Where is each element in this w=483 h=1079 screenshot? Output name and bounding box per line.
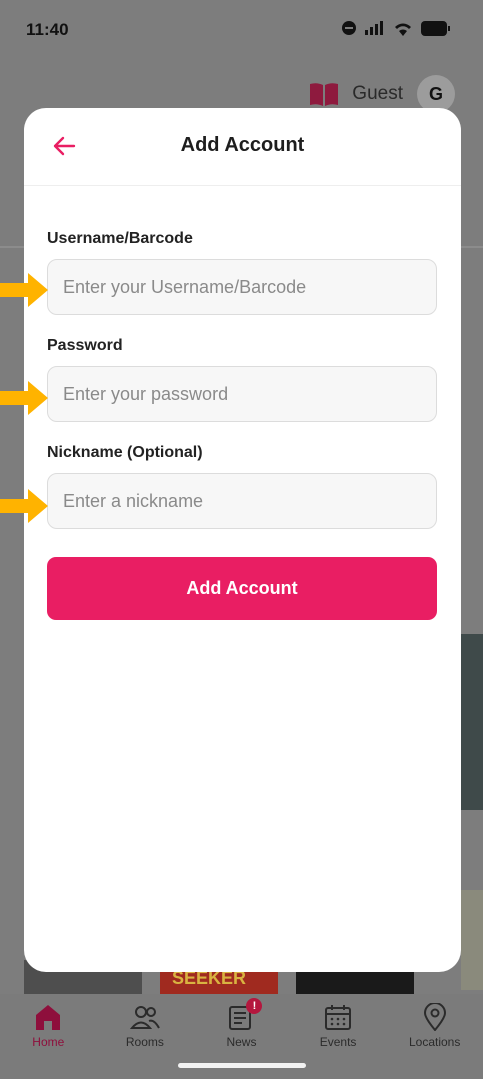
background-book-cover — [461, 890, 483, 990]
book-icon[interactable] — [310, 82, 339, 106]
avatar-initial: G — [428, 83, 443, 104]
modal-title: Add Account — [180, 134, 305, 156]
nickname-input[interactable] — [47, 473, 437, 529]
tab-label: News — [226, 1035, 257, 1049]
tab-label: Locations — [408, 1035, 461, 1049]
pointer-arrow-icon — [0, 381, 48, 415]
guest-name: Guest — [352, 83, 403, 104]
username-label: Username/Barcode — [47, 230, 193, 247]
calendar-icon — [325, 1005, 352, 1030]
location-pin-icon — [423, 1003, 446, 1031]
battery-icon — [421, 20, 450, 36]
tab-label: Home — [32, 1035, 65, 1049]
home-icon — [36, 1005, 61, 1030]
add-account-modal: Add Account Username/Barcode Password Ni… — [24, 108, 461, 972]
add-account-button[interactable]: Add Account — [47, 557, 437, 620]
signal-icon — [365, 21, 383, 35]
people-icon — [129, 1006, 160, 1029]
modal-header: Add Account — [24, 108, 461, 186]
tab-label: Rooms — [125, 1035, 164, 1049]
home-indicator — [178, 1063, 306, 1068]
tab-home[interactable]: Home — [0, 994, 96, 1079]
add-account-form: Username/Barcode Password Nickname (Opti… — [47, 230, 437, 620]
status-time: 11:40 — [26, 20, 69, 39]
pointer-arrow-icon — [0, 273, 48, 307]
background-book-cover — [461, 634, 483, 810]
pointer-arrow-icon — [0, 489, 48, 523]
wifi-icon — [395, 23, 411, 36]
status-icons — [341, 20, 451, 36]
tab-locations[interactable]: Locations — [387, 994, 483, 1079]
nickname-field-group: Nickname (Optional) — [47, 444, 437, 529]
password-field-group: Password — [47, 337, 437, 422]
news-badge: ! — [246, 998, 263, 1014]
password-input[interactable] — [47, 366, 437, 422]
do-not-disturb-icon — [342, 21, 356, 35]
username-field-group: Username/Barcode — [47, 230, 437, 315]
password-label: Password — [47, 337, 123, 354]
tab-label: Events — [319, 1035, 357, 1049]
status-bar: 11:40 — [0, 0, 483, 60]
nickname-label: Nickname (Optional) — [47, 444, 203, 461]
username-input[interactable] — [47, 259, 437, 315]
